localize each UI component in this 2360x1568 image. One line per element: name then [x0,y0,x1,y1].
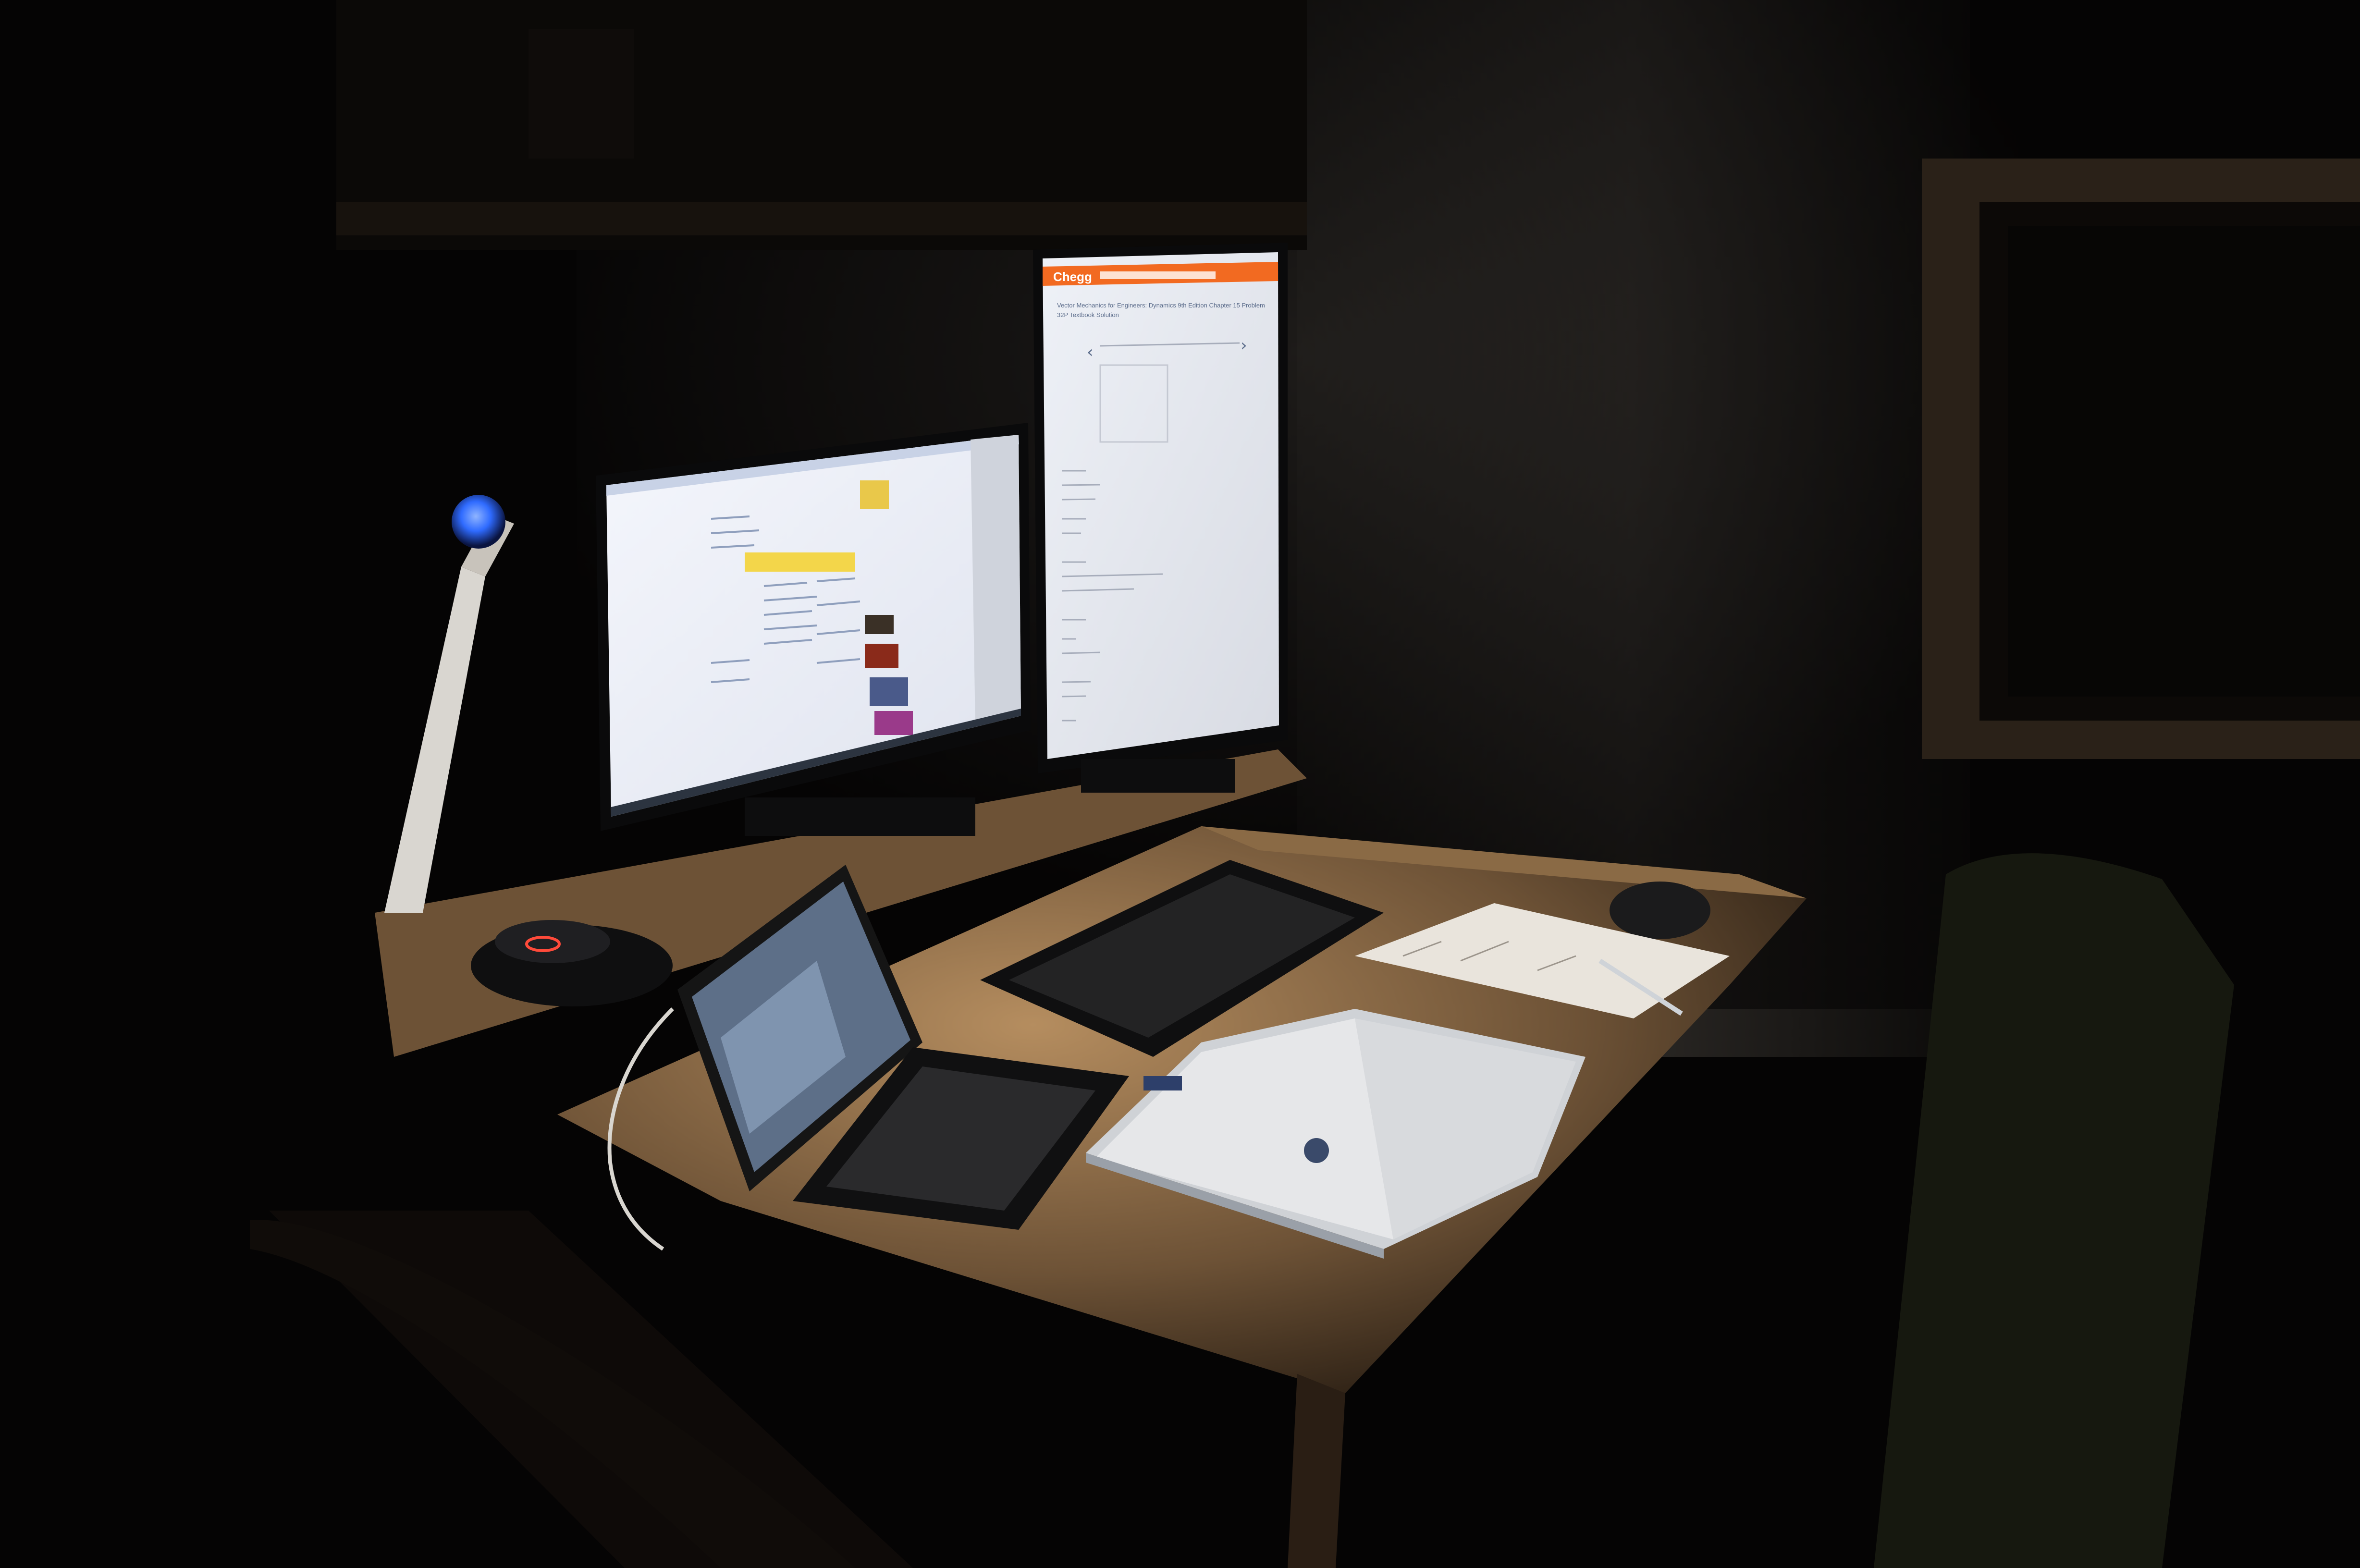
textbook-logo [1143,1076,1182,1090]
next-step-chevron-icon[interactable]: › [1241,336,1247,355]
textbook-seal-icon [1304,1138,1329,1163]
computer-mouse [1610,882,1710,939]
page-title-line1: Vector Mechanics for Engineers: Dynamics… [1057,302,1265,309]
chegg-logo[interactable]: Chegg [1053,270,1092,284]
left-monitor-stand [745,797,975,836]
left-monitor-banner [745,552,855,572]
right-monitor-stand [1081,759,1235,793]
lamp-blue-light [452,495,505,549]
desk-hutch [336,0,1307,250]
window-frame [1922,159,2360,759]
page-title-line2: 32P Textbook Solution [1057,311,1119,318]
portrait-monitor: Chegg Vector Mechanics for Engineers: Dy… [1033,243,1288,793]
desk-photo: Chegg Vector Mechanics for Engineers: Dy… [0,0,2360,1568]
prev-step-chevron-icon[interactable]: ‹ [1087,343,1094,362]
chegg-search-box[interactable] [1100,271,1216,279]
